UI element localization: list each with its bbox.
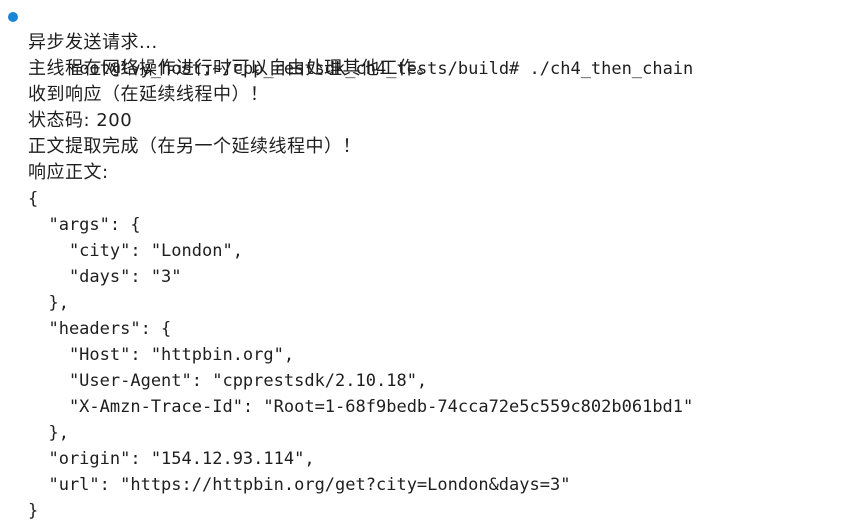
output-line: 状态码: 200 bbox=[28, 110, 133, 131]
terminal-output: root@lvy_host:~/cpp_restsdk_ch4_tests/bu… bbox=[0, 0, 863, 527]
output-line: 收到响应（在延续线程中）！ bbox=[28, 84, 269, 105]
output-line: "Host": "httpbin.org", bbox=[28, 345, 295, 365]
output-line: "origin": "154.12.93.114", bbox=[28, 449, 315, 469]
output-line: "User-Agent": "cpprestsdk/2.10.18", bbox=[28, 371, 428, 391]
command-line[interactable]: root@lvy_host:~/cpp_restsdk_ch4_tests/bu… bbox=[0, 4, 863, 79]
output-line: "days": "3" bbox=[28, 267, 182, 287]
output-line: "headers": { bbox=[28, 319, 172, 339]
output-line: 响应正文: bbox=[28, 162, 109, 183]
output-line: 正文提取完成（在另一个延续线程中）！ bbox=[28, 136, 361, 157]
output-line: }, bbox=[28, 293, 69, 313]
output-line: 异步发送请求... bbox=[28, 32, 158, 53]
output-line: "url": "https://httpbin.org/get?city=Lon… bbox=[28, 475, 571, 495]
output-line: "X-Amzn-Trace-Id": "Root=1-68f9bedb-74cc… bbox=[28, 397, 694, 417]
bullet-icon bbox=[8, 12, 18, 22]
output-line: }, bbox=[28, 423, 69, 443]
output-line: "city": "London", bbox=[28, 241, 243, 261]
output-line: } bbox=[28, 501, 39, 521]
output-line: { bbox=[28, 189, 39, 209]
output-line: 主线程在网络操作进行时可以自由处理其他工作。 bbox=[28, 58, 435, 79]
output-line: "args": { bbox=[28, 215, 141, 235]
